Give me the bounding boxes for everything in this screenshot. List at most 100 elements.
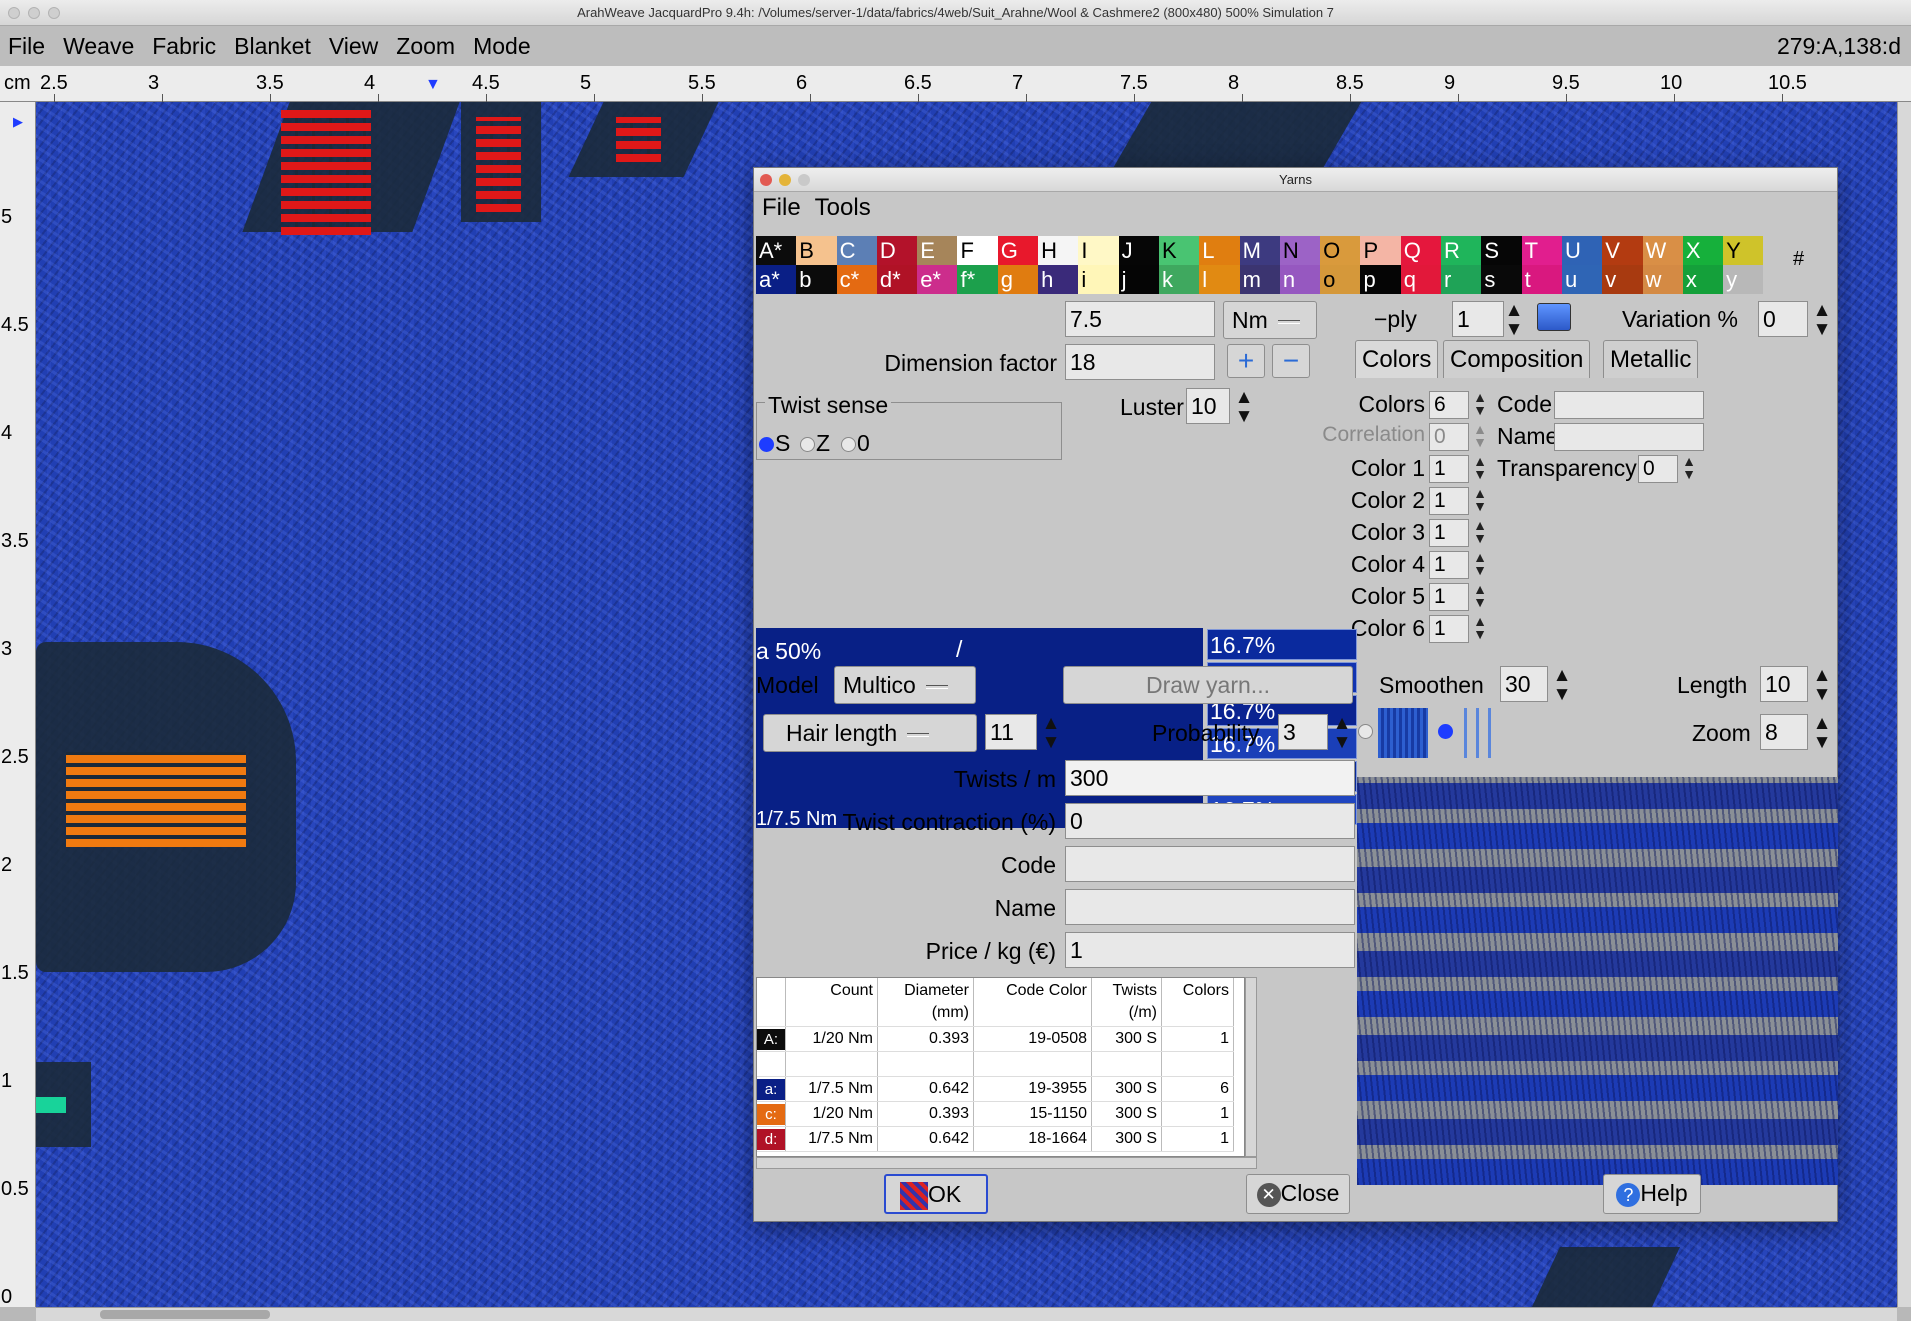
palette-yarn-n[interactable]: n — [1279, 265, 1321, 294]
twist-0-radio[interactable]: 0 — [841, 430, 870, 457]
menu-mode[interactable]: Mode — [464, 26, 540, 66]
palette-yarn-u[interactable]: u — [1561, 265, 1603, 294]
color-6-input[interactable]: 1 — [1429, 615, 1469, 643]
colors-count-input[interactable]: 6 — [1429, 391, 1469, 419]
palette-yarn-G[interactable]: G — [997, 236, 1039, 265]
luster-input[interactable]: 10 — [1186, 388, 1230, 424]
color-1-spinner-icon[interactable]: ▲ ▼ — [1473, 454, 1487, 481]
minus-icon[interactable]: − — [1272, 344, 1310, 378]
yarn-table[interactable]: Count Diameter (mm) Code Color Twists (/m) Col… — [756, 977, 1245, 1157]
dialog-titlebar[interactable]: Yarns — [754, 168, 1837, 192]
twist-z-radio[interactable]: Z — [800, 430, 830, 457]
scrollbar-thumb[interactable] — [100, 1310, 270, 1319]
dialog-menu-tools[interactable]: Tools — [815, 194, 871, 221]
table-row[interactable] — [757, 1051, 1234, 1077]
table-horizontal-scrollbar[interactable] — [756, 1157, 1257, 1169]
palette-yarn-k[interactable]: k — [1158, 265, 1200, 294]
palette-yarn-P[interactable]: P — [1360, 236, 1401, 265]
help-button[interactable]: ? Help — [1603, 1174, 1701, 1214]
palette-yarn-B[interactable]: B — [796, 236, 837, 265]
twist-contraction-input[interactable]: 0 — [1065, 803, 1355, 839]
palette-yarn-D[interactable]: D — [876, 236, 918, 265]
table-header[interactable]: Count — [785, 978, 878, 1027]
model-dropdown[interactable]: Multico — [834, 666, 976, 704]
view-mode-radio-2[interactable] — [1438, 724, 1453, 739]
palette-yarn-K[interactable]: K — [1158, 236, 1200, 265]
color-3-input[interactable]: 1 — [1429, 519, 1469, 547]
palette-yarn-R[interactable]: R — [1441, 236, 1482, 265]
color-name-input[interactable] — [1554, 423, 1704, 451]
palette-yarn-W[interactable]: W — [1642, 236, 1683, 265]
palette-yarn-t[interactable]: t — [1521, 265, 1562, 294]
table-header[interactable]: Code Color — [973, 978, 1092, 1027]
menu-file[interactable]: File — [0, 26, 54, 66]
ruler-left[interactable]: ▶ 5 4.5 4 3.5 3 2.5 2 1.5 1 0.5 0 — [0, 102, 36, 1308]
ply-input[interactable]: 1 — [1452, 301, 1504, 337]
yarn-thread-thumbnail[interactable] — [1460, 708, 1494, 758]
table-row[interactable]: A: 1/20 Nm 0.393 19-0508 300 S1 — [757, 1026, 1234, 1052]
palette-yarn-o[interactable]: o — [1320, 265, 1361, 294]
plus-icon[interactable]: + — [1227, 344, 1265, 378]
palette-yarn-C[interactable]: C — [836, 236, 877, 265]
close-button[interactable]: ✕ Close — [1246, 1174, 1350, 1214]
draw-yarn-button[interactable]: Draw yarn... — [1063, 666, 1353, 704]
palette-yarn-I[interactable]: I — [1078, 236, 1119, 265]
twist-s-radio[interactable]: S — [759, 430, 790, 457]
palette-yarn-m[interactable]: m — [1239, 265, 1280, 294]
yarn-image-icon[interactable] — [1537, 303, 1571, 331]
palette-yarn-a-active[interactable]: a* — [756, 265, 797, 294]
zoom-input[interactable]: 8 — [1760, 714, 1808, 750]
close-window-icon[interactable] — [8, 7, 20, 19]
color-1-input[interactable]: 1 — [1429, 455, 1469, 483]
menu-blanket[interactable]: Blanket — [225, 26, 320, 66]
palette-yarn-U[interactable]: U — [1561, 236, 1603, 265]
probability-spinner-icon[interactable]: ▲ ▼ — [1332, 714, 1352, 752]
palette-yarn-X[interactable]: X — [1682, 236, 1724, 265]
palette-yarn-V[interactable]: V — [1602, 236, 1643, 265]
count-unit-dropdown[interactable]: Nm — [1223, 301, 1317, 339]
palette-yarn-O[interactable]: O — [1320, 236, 1361, 265]
palette-yarn-L[interactable]: L — [1199, 236, 1240, 265]
dialog-close-icon[interactable] — [760, 174, 772, 186]
dialog-minimize-icon[interactable] — [779, 174, 791, 186]
price-input[interactable]: 1 — [1065, 932, 1355, 968]
palette-yarn-w[interactable]: w — [1642, 265, 1683, 294]
menu-view[interactable]: View — [320, 26, 387, 66]
color-code-input[interactable] — [1554, 391, 1704, 419]
color-5-input[interactable]: 1 — [1429, 583, 1469, 611]
code-input[interactable] — [1065, 846, 1355, 882]
ruler-left-marker-icon[interactable]: ▶ — [13, 114, 23, 130]
ruler-top[interactable]: cm 2.5 3 3.5 4 4.5 5 5.5 6 6.5 7 7.5 8 8.5 9 9.5 10 10.5… — [0, 66, 1911, 102]
palette-yarn-l[interactable]: l — [1199, 265, 1240, 294]
name-input[interactable] — [1065, 889, 1355, 925]
luster-spinner-icon[interactable]: ▲ ▼ — [1234, 388, 1254, 426]
minimize-window-icon[interactable] — [28, 7, 40, 19]
tab-metallic[interactable]: Metallic — [1603, 340, 1699, 378]
palette-yarn-A-active[interactable]: A* — [756, 236, 797, 265]
yarn-texture-thumbnail[interactable] — [1378, 708, 1428, 758]
palette-yarn-d-active[interactable]: d* — [876, 265, 918, 294]
dialog-zoom-icon[interactable] — [798, 174, 810, 186]
table-row[interactable]: a: 1/7.5 Nm 0.642 19-3955 300 S6 — [757, 1076, 1234, 1102]
palette-yarn-M[interactable]: M — [1239, 236, 1280, 265]
hair-length-dropdown[interactable]: Hair length — [763, 714, 977, 752]
color-3-spinner-icon[interactable]: ▲ ▼ — [1473, 518, 1487, 545]
table-header[interactable]: Diameter (mm) — [877, 978, 974, 1027]
palette-yarn-s[interactable]: s — [1481, 265, 1522, 294]
transparency-spinner-icon[interactable]: ▲ ▼ — [1682, 454, 1696, 481]
yarn-simulation-preview[interactable] — [1357, 777, 1838, 1185]
horizontal-scrollbar[interactable] — [36, 1307, 1897, 1321]
color-4-spinner-icon[interactable]: ▲ ▼ — [1473, 550, 1487, 577]
color-2-input[interactable]: 1 — [1429, 487, 1469, 515]
palette-yarn-f-active[interactable]: f* — [957, 265, 998, 294]
table-header[interactable]: Twists (/m) — [1091, 978, 1162, 1027]
palette-yarn-J[interactable]: J — [1118, 236, 1159, 265]
dimension-factor-input[interactable]: 18 — [1065, 344, 1215, 380]
color-2-spinner-icon[interactable]: ▲ ▼ — [1473, 486, 1487, 513]
variation-spinner-icon[interactable]: ▲ ▼ — [1812, 301, 1832, 339]
length-spinner-icon[interactable]: ▲ ▼ — [1812, 666, 1832, 704]
palette-yarn-T[interactable]: T — [1521, 236, 1562, 265]
vertical-scrollbar[interactable] — [1897, 102, 1911, 1307]
palette-yarn-q[interactable]: q — [1400, 265, 1442, 294]
palette-yarn-Q[interactable]: Q — [1400, 236, 1442, 265]
